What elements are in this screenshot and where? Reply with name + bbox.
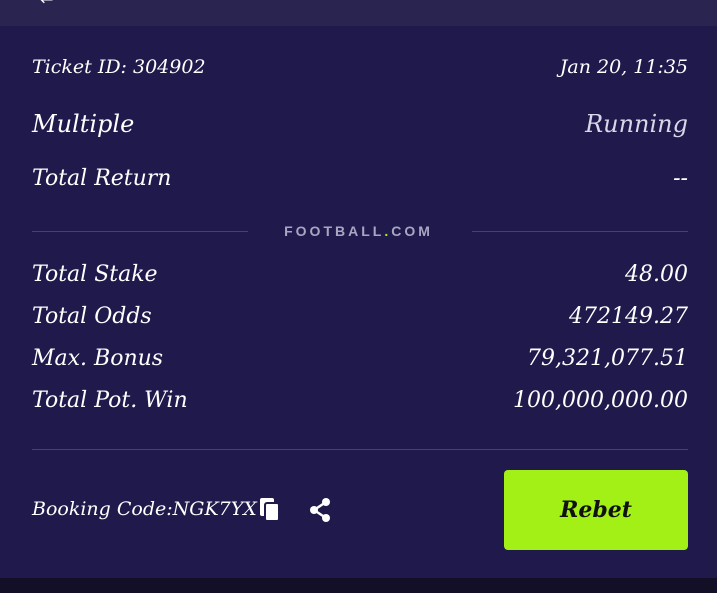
total-return-label: Total Return: [32, 166, 172, 191]
total-odds-row: Total Odds 472149.27: [32, 304, 688, 329]
brand-text-suffix: COM: [391, 223, 433, 239]
bet-type-row: Multiple Running: [32, 110, 688, 138]
total-stake-value: 48.00: [625, 262, 688, 287]
total-pot-win-label: Total Pot. Win: [32, 388, 188, 413]
bet-type: Multiple: [32, 110, 135, 138]
brand-watermark: FOOTBALL.COM: [0, 223, 717, 239]
total-return-row: Total Return --: [32, 166, 688, 191]
ticket-datetime: Jan 20, 11:35: [559, 56, 688, 78]
top-bar: ←: [0, 0, 717, 26]
bottom-strip: [0, 578, 717, 593]
booking-code: Booking Code:NGK7YX: [32, 498, 257, 520]
ticket-header-row: Ticket ID: 304902 Jan 20, 11:35: [32, 56, 688, 78]
ticket-status: Running: [585, 110, 688, 138]
total-odds-value: 472149.27: [569, 304, 688, 329]
copy-icon[interactable]: [255, 495, 285, 525]
total-return-value: --: [673, 166, 688, 191]
max-bonus-value: 79,321,077.51: [527, 346, 688, 371]
max-bonus-label: Max. Bonus: [32, 346, 164, 371]
ticket-id: Ticket ID: 304902: [32, 56, 206, 78]
brand-text-main: FOOTBALL: [284, 223, 385, 239]
footer-divider: [32, 449, 688, 450]
total-odds-label: Total Odds: [32, 304, 152, 329]
rebet-button[interactable]: Rebet: [504, 470, 688, 550]
share-icon[interactable]: [305, 495, 335, 525]
total-stake-label: Total Stake: [32, 262, 158, 287]
total-stake-row: Total Stake 48.00: [32, 262, 688, 287]
max-bonus-row: Max. Bonus 79,321,077.51: [32, 346, 688, 371]
total-pot-win-value: 100,000,000.00: [513, 388, 688, 413]
back-arrow-icon[interactable]: ←: [40, 0, 53, 8]
total-pot-win-row: Total Pot. Win 100,000,000.00: [32, 388, 688, 413]
